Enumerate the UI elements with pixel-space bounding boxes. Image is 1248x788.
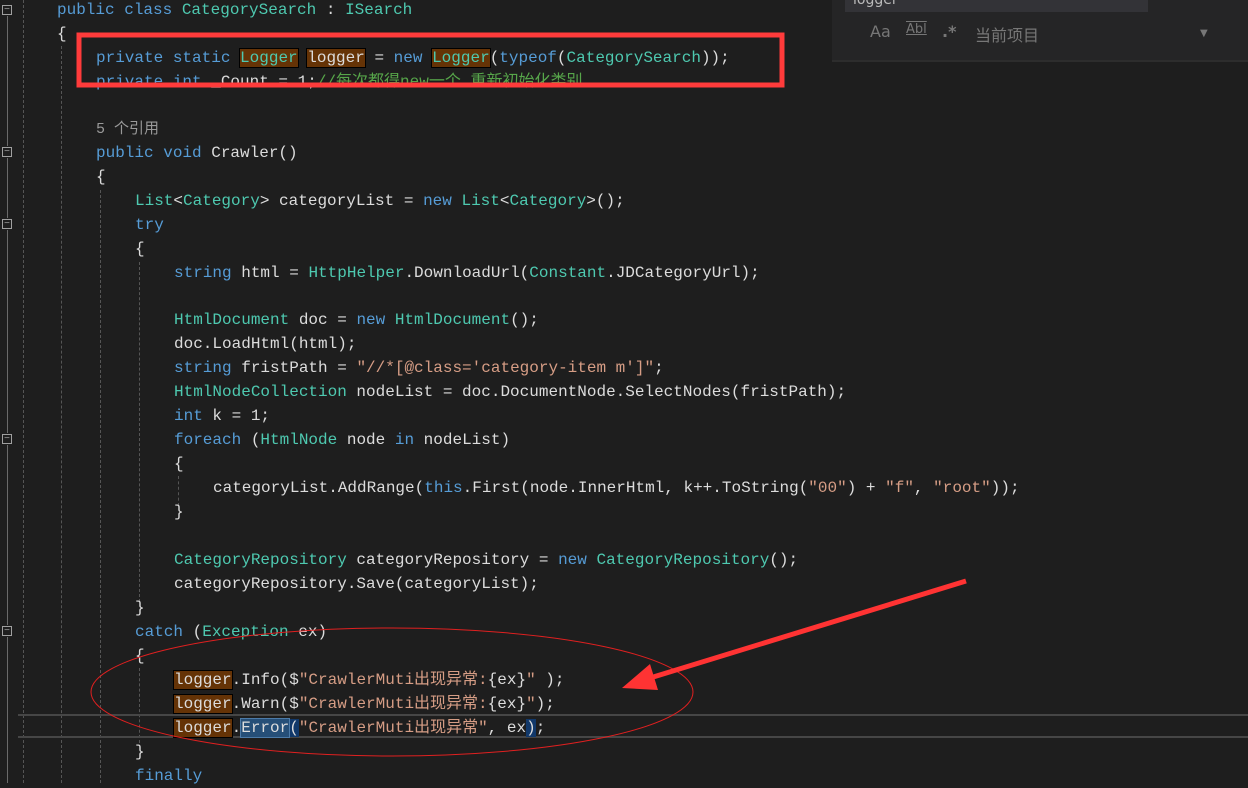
red-highlight-rectangle <box>76 32 785 88</box>
red-highlight-ellipse <box>90 627 694 757</box>
annotation-layer <box>76 32 967 757</box>
red-arrow-head <box>622 664 658 690</box>
red-arrow-shaft <box>649 578 967 681</box>
